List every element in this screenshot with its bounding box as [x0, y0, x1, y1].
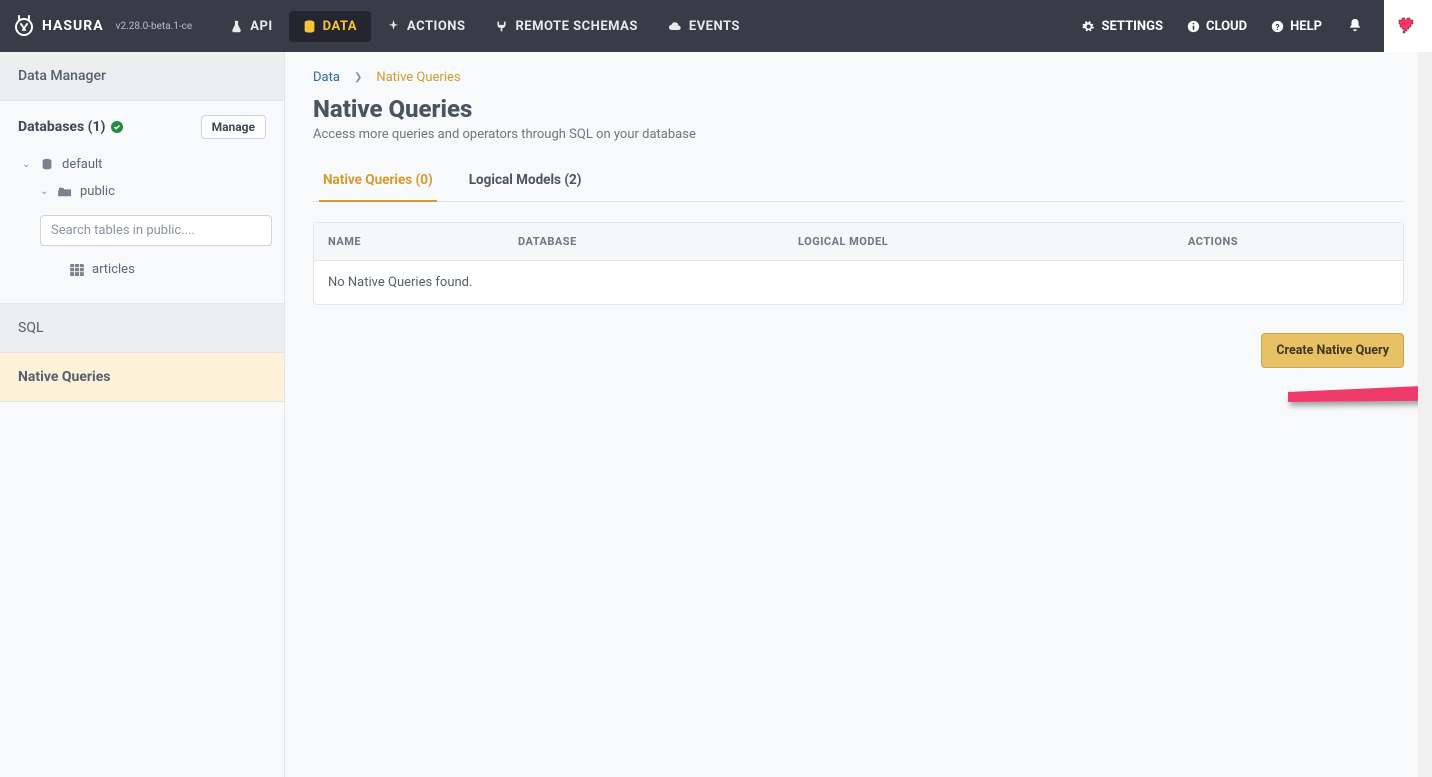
chevron-down-icon: ⌄: [22, 159, 32, 170]
info-icon: [1187, 20, 1200, 33]
bell-icon: [1348, 18, 1362, 32]
sparkle-icon: [387, 20, 400, 33]
page-title: Native Queries: [313, 95, 1404, 123]
tree-label: public: [80, 184, 115, 199]
th-name: NAME: [314, 223, 504, 260]
hasura-logo-icon: [12, 14, 36, 38]
th-logical-model: LOGICAL MODEL: [784, 223, 1174, 260]
notifications-button[interactable]: [1334, 9, 1376, 44]
chevron-down-icon: ⌄: [40, 186, 50, 197]
page-subtitle: Access more queries and operators throug…: [313, 127, 1404, 142]
tab-native-queries[interactable]: Native Queries (0): [319, 162, 437, 202]
tabs: Native Queries (0) Logical Models (2): [313, 162, 1404, 202]
sidebar-sql[interactable]: SQL: [0, 303, 284, 352]
scrollbar[interactable]: [1418, 52, 1432, 777]
sidebar-native-queries[interactable]: Native Queries: [0, 352, 284, 402]
flask-icon: [230, 20, 243, 33]
nav-label: EVENTS: [689, 19, 740, 34]
breadcrumb-data[interactable]: Data: [313, 70, 340, 85]
tree-label: default: [62, 157, 102, 172]
nav-label: HELP: [1290, 19, 1322, 34]
nav-label: REMOTE SCHEMAS: [515, 19, 637, 34]
nav-remote-schemas[interactable]: REMOTE SCHEMAS: [481, 11, 651, 42]
question-icon: ?: [1271, 20, 1284, 33]
annotation-arrow-icon: [1283, 362, 1432, 432]
brand-text: HASURA: [42, 18, 104, 34]
main-content: Data ❯ Native Queries Native Queries Acc…: [285, 52, 1432, 777]
search-tables-input[interactable]: [40, 215, 272, 246]
databases-heading: Databases (1): [18, 119, 123, 135]
topbar: HASURA v2.28.0-beta.1-ce API DATA ACTION…: [0, 0, 1432, 52]
table-empty-row: No Native Queries found.: [314, 261, 1403, 304]
tree-label: articles: [92, 262, 135, 277]
databases-label: Databases (1): [18, 119, 105, 135]
th-database: DATABASE: [504, 223, 784, 260]
nav-label: ACTIONS: [407, 19, 465, 34]
gear-icon: [1082, 20, 1095, 33]
nav-settings[interactable]: SETTINGS: [1070, 11, 1175, 42]
database-icon: [303, 20, 316, 33]
nav-label: SETTINGS: [1101, 19, 1163, 34]
tree-table-articles[interactable]: articles: [18, 256, 284, 283]
svg-text:?: ?: [1276, 21, 1280, 31]
nav-actions[interactable]: ACTIONS: [373, 11, 479, 42]
brand[interactable]: HASURA v2.28.0-beta.1-ce: [12, 14, 192, 38]
check-circle-icon: [111, 121, 123, 133]
table-icon: [70, 264, 84, 276]
version-label: v2.28.0-beta.1-ce: [116, 21, 193, 32]
table-header: NAME DATABASE LOGICAL MODEL ACTIONS: [314, 223, 1403, 261]
love-button[interactable]: [1384, 0, 1432, 52]
breadcrumb: Data ❯ Native Queries: [313, 70, 1404, 85]
tab-logical-models[interactable]: Logical Models (2): [465, 162, 586, 202]
cloud-icon: [668, 20, 682, 33]
tree-schema-public[interactable]: ⌄ public: [18, 178, 284, 205]
th-actions: ACTIONS: [1174, 223, 1403, 260]
nav-help[interactable]: ? HELP: [1259, 11, 1334, 42]
native-queries-table: NAME DATABASE LOGICAL MODEL ACTIONS No N…: [313, 222, 1404, 305]
top-nav: API DATA ACTIONS REMOTE SCHEMAS EVENTS: [216, 11, 754, 42]
nav-events[interactable]: EVENTS: [654, 11, 754, 42]
tree-db-default[interactable]: ⌄ default: [18, 151, 284, 178]
plug-icon: [495, 20, 508, 33]
nav-cloud[interactable]: CLOUD: [1175, 11, 1259, 42]
nav-label: CLOUD: [1206, 19, 1247, 34]
heart-icon: [1397, 16, 1419, 36]
database-icon: [40, 158, 54, 172]
nav-api[interactable]: API: [216, 11, 286, 42]
nav-label: API: [250, 19, 272, 34]
nav-label: DATA: [323, 19, 357, 34]
topbar-right: SETTINGS CLOUD ? HELP: [1070, 0, 1432, 52]
create-native-query-button[interactable]: Create Native Query: [1261, 333, 1404, 368]
folder-open-icon: [58, 186, 72, 198]
manage-button[interactable]: Manage: [201, 115, 266, 139]
nav-data[interactable]: DATA: [289, 11, 371, 42]
breadcrumb-native-queries: Native Queries: [376, 70, 460, 85]
sidebar-title: Data Manager: [0, 52, 284, 101]
sidebar: Data Manager Databases (1) Manage ⌄ defa…: [0, 52, 285, 777]
chevron-right-icon: ❯: [354, 72, 362, 83]
